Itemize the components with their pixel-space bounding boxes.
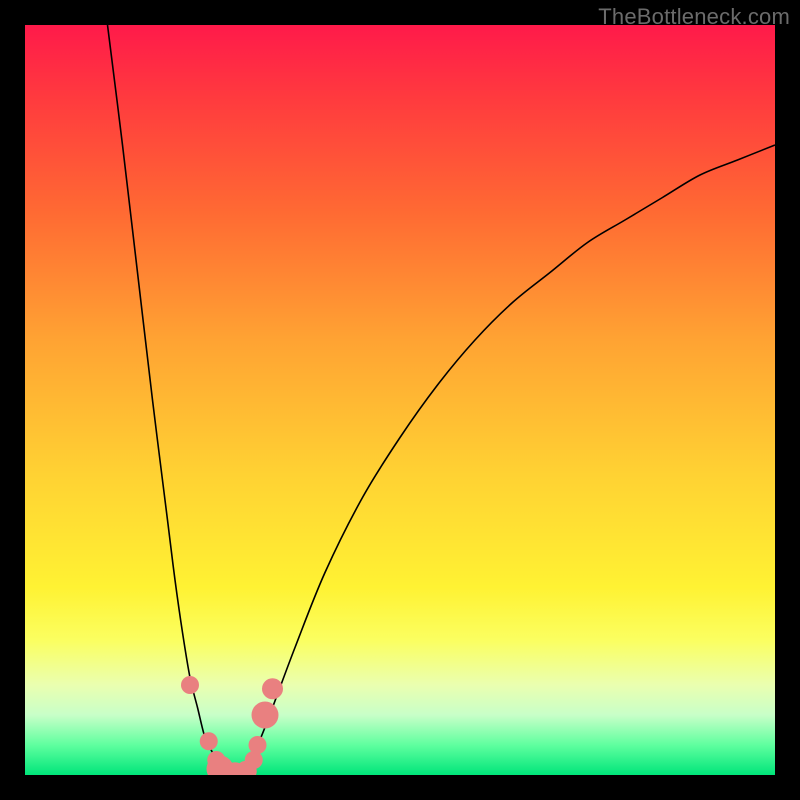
chart-area [25, 25, 775, 775]
marker-dot [252, 702, 279, 729]
curve-left-branch [108, 25, 228, 775]
marker-dot [200, 732, 218, 750]
curve-right-branch [228, 145, 776, 775]
marker-dot [181, 676, 199, 694]
marker-dot [262, 678, 283, 699]
marker-dot [245, 751, 263, 769]
marker-dots [181, 676, 283, 775]
watermark-text: TheBottleneck.com [598, 4, 790, 30]
bottleneck-curve-svg [25, 25, 775, 775]
marker-dot [249, 736, 267, 754]
